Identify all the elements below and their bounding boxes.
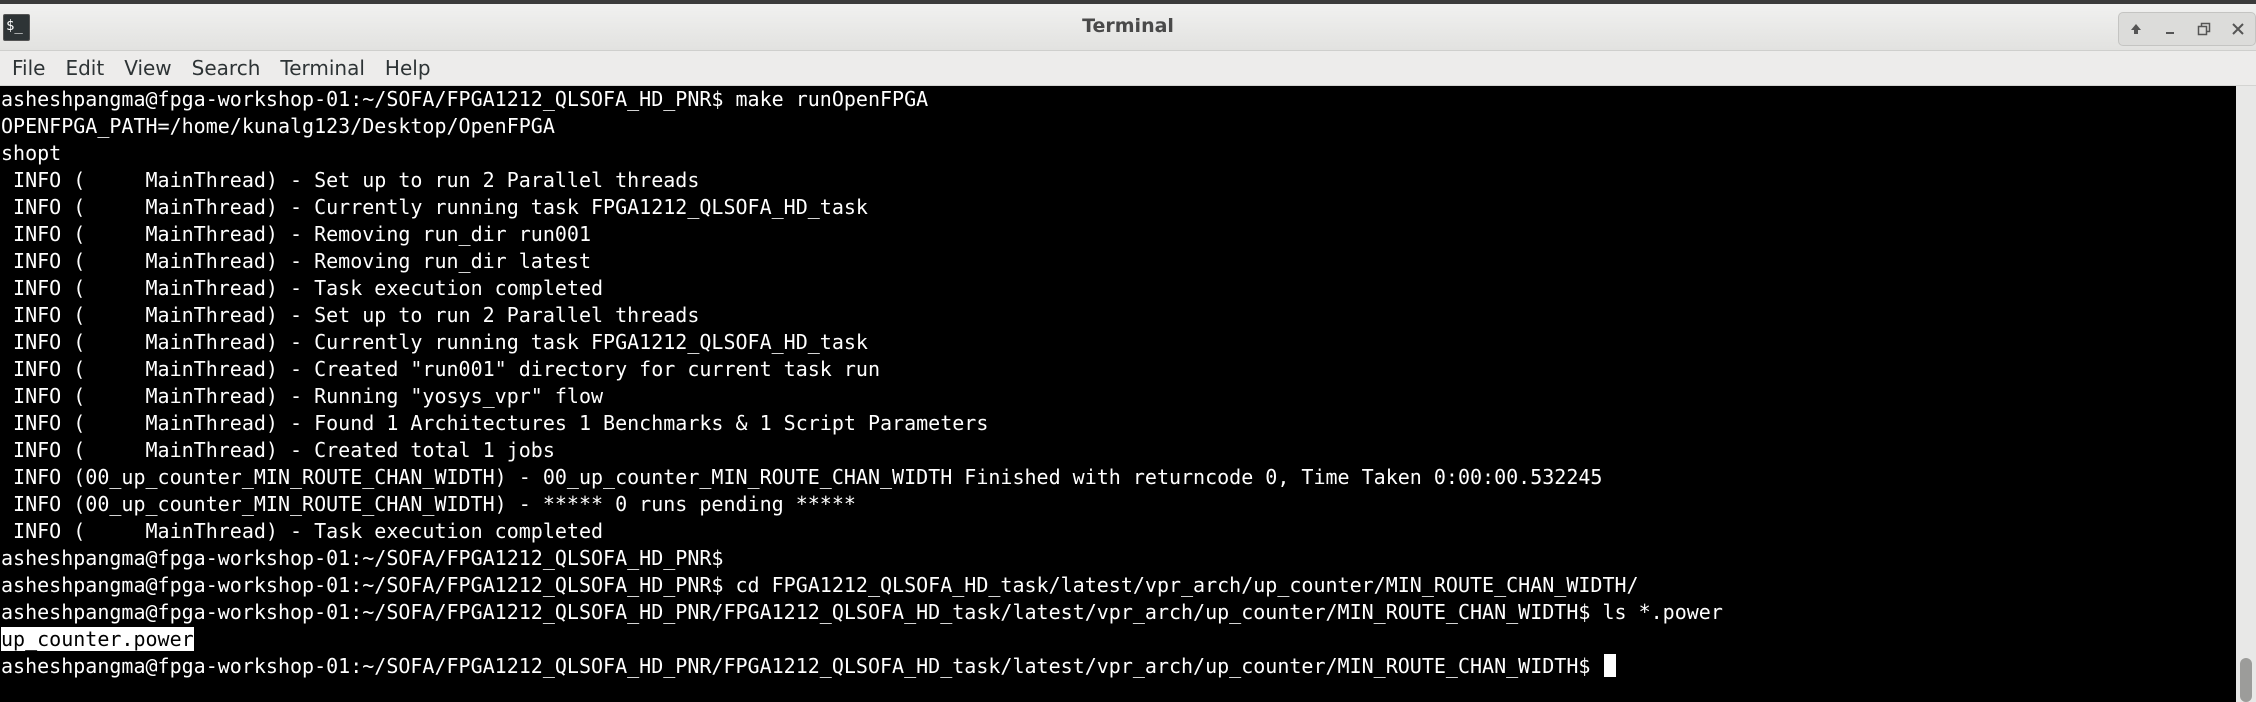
terminal-line: INFO ( MainThread) - Running "yosys_vpr"… [1,384,604,408]
terminal-line: INFO ( MainThread) - Found 1 Architectur… [1,411,989,435]
menu-help[interactable]: Help [375,53,441,83]
maximize-up-icon[interactable] [2122,15,2150,43]
terminal-line: INFO ( MainThread) - Currently running t… [1,195,868,219]
title-bar[interactable]: $_ Terminal [0,4,2256,51]
highlighted-output[interactable]: up_counter.power [1,627,194,651]
terminal-line: INFO ( MainThread) - Removing run_dir la… [1,249,592,273]
terminal-line: INFO ( MainThread) - Created "run001" di… [1,357,880,381]
menu-view[interactable]: View [114,53,181,83]
menu-file[interactable]: File [0,53,55,83]
terminal-line: INFO ( MainThread) - Task execution comp… [1,276,604,300]
terminal-line: INFO ( MainThread) - Set up to run 2 Par… [1,168,700,192]
text-cursor [1604,654,1617,677]
menu-search[interactable]: Search [182,53,271,83]
terminal-line: asheshpangma@fpga-workshop-01:~/SOFA/FPG… [1,600,1723,624]
menu-bar: File Edit View Search Terminal Help [0,51,2256,86]
terminal-prompt: asheshpangma@fpga-workshop-01:~/SOFA/FPG… [1,654,1603,678]
terminal-line: asheshpangma@fpga-workshop-01:~/SOFA/FPG… [1,87,929,111]
terminal-line: INFO (00_up_counter_MIN_ROUTE_CHAN_WIDTH… [1,465,1603,489]
terminal-line: INFO (00_up_counter_MIN_ROUTE_CHAN_WIDTH… [1,492,856,516]
terminal-prompt-line[interactable]: asheshpangma@fpga-workshop-01:~/SOFA/FPG… [1,653,1617,680]
terminal-line: asheshpangma@fpga-workshop-01:~/SOFA/FPG… [1,546,724,570]
terminal-output-line: up_counter.power [1,626,194,653]
terminal-line: INFO ( MainThread) - Task execution comp… [1,519,604,543]
terminal-line: asheshpangma@fpga-workshop-01:~/SOFA/FPG… [1,573,1639,597]
window-controls [2118,12,2256,46]
close-icon[interactable] [2224,15,2252,43]
terminal-line: INFO ( MainThread) - Created total 1 job… [1,438,555,462]
vertical-scrollbar[interactable] [2236,86,2256,702]
terminal-line: INFO ( MainThread) - Currently running t… [1,330,868,354]
terminal-window: $_ Terminal File Edit View Search Termin… [0,0,2256,702]
menu-edit[interactable]: Edit [55,53,114,83]
terminal-output[interactable]: asheshpangma@fpga-workshop-01:~/SOFA/FPG… [0,86,2236,702]
terminal-line: OPENFPGA_PATH=/home/kunalg123/Desktop/Op… [1,114,555,138]
minimize-icon[interactable] [2156,15,2184,43]
terminal-line: INFO ( MainThread) - Set up to run 2 Par… [1,303,700,327]
restore-icon[interactable] [2190,15,2218,43]
scrollbar-thumb[interactable] [2240,658,2252,702]
terminal-line: INFO ( MainThread) - Removing run_dir ru… [1,222,592,246]
menu-terminal[interactable]: Terminal [270,53,375,83]
window-title: Terminal [1082,15,1174,37]
terminal-line: shopt [1,141,62,165]
